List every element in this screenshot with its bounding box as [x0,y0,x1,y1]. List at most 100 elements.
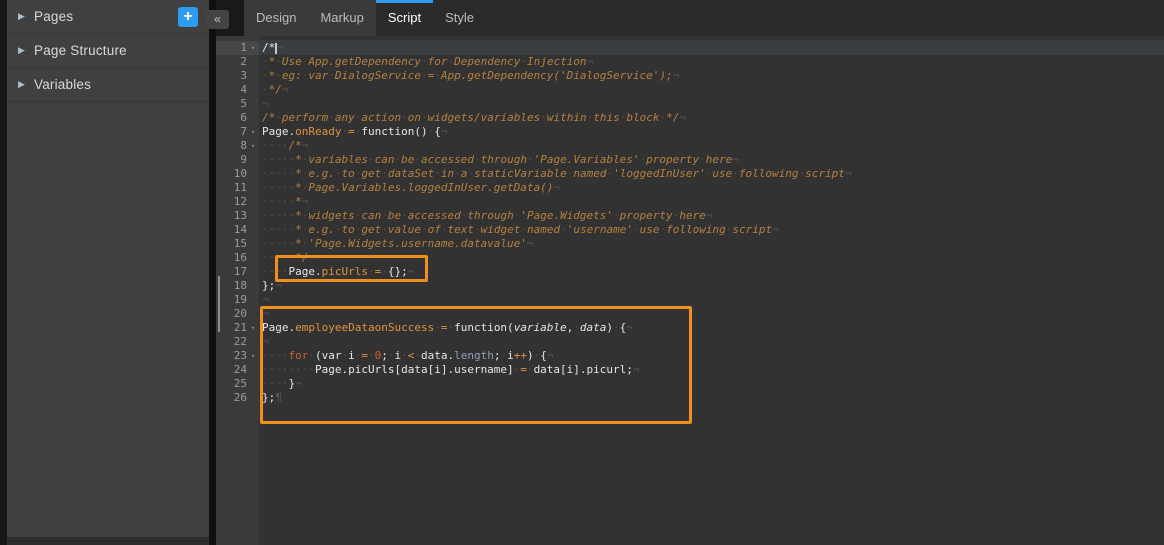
gutter-line[interactable]: 4 [216,83,259,97]
code-line[interactable]: ¬ [262,97,1164,111]
eol-mark: ¬ [441,125,448,138]
code-line[interactable]: ····/*¬ [262,139,1164,153]
gutter-line[interactable]: 5 [216,97,259,111]
code-line[interactable]: ····for·(var·i·=·0;·i·<·data.length;·i++… [262,349,1164,363]
gutter-line[interactable]: 6 [216,111,259,125]
eol-mark: ¬ [553,181,560,194]
sidebar-item-variables[interactable]: ▶ Variables [7,68,209,102]
gutter-line[interactable]: 2 [216,55,259,69]
eol-mark: ¬ [275,279,282,292]
code-line[interactable]: /*·perform·any·action·on·widgets/variabl… [262,111,1164,125]
gutter-line[interactable]: 15 [216,237,259,251]
add-page-button[interactable]: + [178,7,198,27]
code-line[interactable]: ········Page.picUrls[data[i].username]·=… [262,363,1164,377]
eol-mark: ¬ [308,251,315,264]
eol-mark: ¬ [587,55,594,68]
gutter-line[interactable]: 13 [216,209,259,223]
gutter-line[interactable]: 17 [216,265,259,279]
code-line[interactable]: ····}¬ [262,377,1164,391]
eol-mark: ¬ [732,153,739,166]
eol-mark: ¬ [527,237,534,250]
code-area[interactable]: /*¬·*·Use·App.getDependency·for·Dependen… [259,36,1164,545]
gutter-line[interactable]: 22 [216,335,259,349]
gutter-line[interactable]: 18 [216,279,259,293]
code-line[interactable]: ·*/¬ [262,83,1164,97]
code-line[interactable]: ·····*·e.g.·to·get·value·of·text·widget·… [262,223,1164,237]
expand-arrow-icon[interactable]: ▶ [18,45,34,56]
eol-mark: ¬ [845,167,852,180]
tab-style[interactable]: Style [433,0,486,36]
sidebar-item-label: Pages [34,9,73,24]
gutter-line[interactable]: 10 [216,167,259,181]
code-line[interactable]: };¶ [262,391,1164,405]
sidebar-item-page-structure[interactable]: ▶ Page Structure [7,34,209,68]
gutter-line[interactable]: 20 [216,307,259,321]
eol-mark: ¬ [706,209,713,222]
eol-mark: ¬ [408,265,415,278]
code-line[interactable]: ·····*·widgets·can·be·accessed·through·'… [262,209,1164,223]
code-line[interactable]: ·····*·e.g.·to·get·dataSet·in·a·staticVa… [262,167,1164,181]
app-left-edge [0,0,7,545]
sidebar-item-label: Page Structure [34,43,127,58]
expand-arrow-icon[interactable]: ▶ [18,11,34,22]
gutter-line[interactable]: 23▾ [216,349,259,363]
code-line[interactable]: ¬ [262,307,1164,321]
eol-mark: ¬ [277,41,284,54]
gutter-line[interactable]: 7▾ [216,125,259,139]
fold-arrow-icon[interactable]: ▾ [247,352,259,360]
script-editor[interactable]: 1▾234567▾8▾9101112131415161718192021▾222… [216,36,1164,545]
sidebar-footer [7,537,209,545]
panel-divider[interactable] [209,0,216,545]
eol-mark: ¶ [275,391,282,404]
code-line[interactable]: ·····*·Page.Variables.loggedInUser.getDa… [262,181,1164,195]
code-line[interactable]: ¬ [262,335,1164,349]
code-line[interactable]: ¬ [262,293,1164,307]
code-line[interactable]: ·····*/¬ [262,251,1164,265]
tab-script[interactable]: Script [376,0,433,36]
code-line[interactable]: ····Page.picUrls·=·{};¬ [262,265,1164,279]
code-line[interactable]: ·*·eg:·var·DialogService·=·App.getDepend… [262,69,1164,83]
eol-mark: ¬ [295,377,302,390]
tab-markup[interactable]: Markup [308,0,375,36]
code-line[interactable]: ·····*¬ [262,195,1164,209]
code-line[interactable]: ·····*·variables·can·be·accessed·through… [262,153,1164,167]
gutter-line[interactable]: 8▾ [216,139,259,153]
fold-arrow-icon[interactable]: ▾ [247,44,259,52]
gutter-line[interactable]: 12 [216,195,259,209]
fold-arrow-icon[interactable]: ▾ [247,128,259,136]
eol-mark: ¬ [262,97,269,110]
fold-arrow-icon[interactable]: ▾ [247,142,259,150]
eol-mark: ¬ [302,195,309,208]
collapse-sidebar-button[interactable]: « [206,10,229,29]
code-line[interactable]: ·····*·'Page.Widgets.username.datavalue'… [262,237,1164,251]
code-line[interactable]: };¬ [262,279,1164,293]
tabs: Design Markup Script Style [244,0,486,36]
fold-arrow-icon[interactable]: ▾ [247,324,259,332]
gutter-line[interactable]: 21▾ [216,321,259,335]
gutter: 1▾234567▾8▾9101112131415161718192021▾222… [216,36,259,545]
code-line[interactable]: Page.onReady·=·function()·{¬ [262,125,1164,139]
sidebar: ▶ Pages + ▶ Page Structure ▶ Variables [7,0,209,537]
eol-mark: ¬ [679,111,686,124]
eol-mark: ¬ [262,293,269,306]
eol-mark: ¬ [302,139,309,152]
editor-tab-bar: Design Markup Script Style [216,0,1164,36]
gutter-line[interactable]: 19 [216,293,259,307]
code-line[interactable]: /*¬ [262,41,1164,55]
expand-arrow-icon[interactable]: ▶ [18,79,34,90]
gutter-line[interactable]: 26 [216,391,259,405]
gutter-line[interactable]: 25 [216,377,259,391]
gutter-line[interactable]: 1▾ [216,41,259,55]
sidebar-item-pages[interactable]: ▶ Pages + [7,0,209,34]
gutter-line[interactable]: 24 [216,363,259,377]
tab-design[interactable]: Design [244,0,308,36]
scrollbar-thumb[interactable] [218,276,220,332]
code-line[interactable]: ·*·Use·App.getDependency·for·Dependency·… [262,55,1164,69]
gutter-line[interactable]: 14 [216,223,259,237]
gutter-line[interactable]: 3 [216,69,259,83]
gutter-line[interactable]: 16 [216,251,259,265]
eol-mark: ¬ [262,307,269,320]
gutter-line[interactable]: 11 [216,181,259,195]
gutter-line[interactable]: 9 [216,153,259,167]
code-line[interactable]: Page.employeeDataonSuccess·=·function(va… [262,321,1164,335]
